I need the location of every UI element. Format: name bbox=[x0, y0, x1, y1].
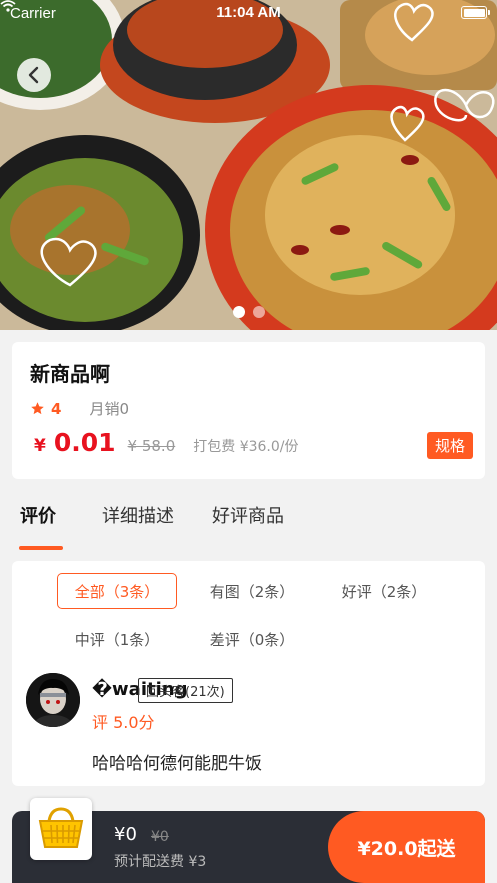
reviews-card: 全部（3条） 有图（2条） 好评（2条） 中评（1条） 差评（0条） �wait… bbox=[12, 561, 485, 786]
shopping-basket-icon bbox=[38, 807, 84, 848]
back-button[interactable] bbox=[17, 58, 51, 92]
price-row: ¥ 0.01 ¥ 58.0 打包费 ¥36.0/份 bbox=[34, 428, 299, 457]
food-photo bbox=[0, 0, 497, 330]
rating-value: 4 bbox=[51, 399, 62, 418]
cart-original-total: ¥0 bbox=[151, 829, 169, 845]
star-icon bbox=[31, 402, 44, 415]
product-detail-page: Carrier 11:04 AM 新商品啊 4 月销0 ¥ 0.01 ¥ 58.… bbox=[0, 0, 497, 883]
hero-image: Carrier 11:04 AM bbox=[0, 0, 497, 330]
user-avatar-image bbox=[26, 673, 80, 727]
clock: 11:04 AM bbox=[216, 4, 281, 21]
product-info-card: 新商品啊 4 月销0 ¥ 0.01 ¥ 58.0 打包费 ¥36.0/份 规格 bbox=[12, 342, 485, 479]
filter-positive[interactable]: 好评（2条） bbox=[324, 573, 444, 609]
delivery-fee: 预计配送费 ¥3 bbox=[114, 854, 207, 870]
tab-recommended[interactable]: 好评商品 bbox=[212, 502, 284, 528]
returning-customer-badge: 回头客(21次) bbox=[138, 678, 233, 703]
packing-fee: 打包费 ¥36.0/份 bbox=[193, 439, 299, 455]
filter-with-images[interactable]: 有图（2条） bbox=[192, 573, 312, 609]
current-price: 0.01 bbox=[53, 428, 116, 457]
cart-button[interactable] bbox=[30, 798, 92, 860]
active-tab-indicator bbox=[19, 546, 63, 550]
rating-row: 4 月销0 bbox=[30, 398, 129, 419]
monthly-sales: 月销0 bbox=[89, 400, 129, 418]
review-text: 哈哈哈何德何能肥牛饭 bbox=[92, 754, 262, 774]
original-price: ¥ 58.0 bbox=[127, 437, 176, 455]
carousel-dot[interactable] bbox=[232, 306, 245, 318]
tab-reviews[interactable]: 评价 bbox=[20, 502, 56, 528]
detail-tabs: 评价 详细描述 好评商品 bbox=[0, 498, 497, 554]
filter-neutral[interactable]: 中评（1条） bbox=[57, 621, 177, 657]
carousel-dots bbox=[0, 306, 497, 318]
product-title: 新商品啊 bbox=[30, 362, 110, 386]
checkout-button[interactable]: ¥20.0起送 bbox=[328, 811, 485, 883]
carousel-dot[interactable] bbox=[252, 306, 265, 318]
price-currency: ¥ bbox=[34, 436, 46, 456]
review-score: 评 5.0分 bbox=[92, 713, 155, 732]
chevron-left-icon bbox=[28, 66, 39, 84]
filter-all[interactable]: 全部（3条） bbox=[57, 573, 177, 609]
avatar bbox=[26, 673, 80, 727]
spec-button[interactable]: 规格 bbox=[426, 432, 473, 459]
battery-icon bbox=[461, 6, 490, 19]
tab-description[interactable]: 详细描述 bbox=[102, 502, 174, 528]
filter-negative[interactable]: 差评（0条） bbox=[192, 621, 312, 657]
status-bar: Carrier 11:04 AM bbox=[0, 0, 497, 26]
cart-total: ¥0 bbox=[114, 824, 137, 845]
